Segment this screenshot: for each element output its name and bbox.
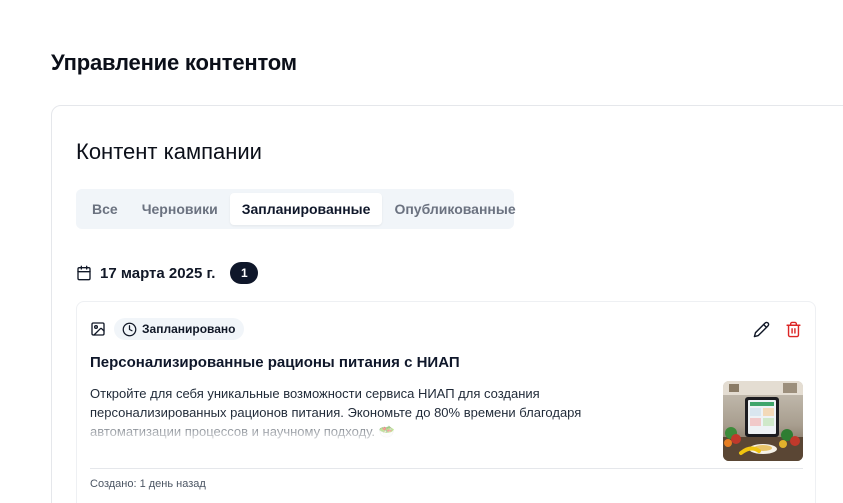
trash-icon (785, 321, 801, 337)
item-title: Персонализированные рационы питания с НИ… (90, 354, 460, 371)
status-tabs: Все Черновики Запланированные Опубликова… (76, 189, 516, 229)
delete-button[interactable] (783, 319, 803, 339)
page-title: Управление контентом (51, 50, 297, 75)
image-icon (91, 322, 105, 336)
calendar-icon (77, 265, 91, 281)
campaign-content-card: Контент кампании Все Черновики Запланиро… (51, 105, 843, 503)
tab-all[interactable]: Все (80, 193, 130, 225)
group-date: 17 марта 2025 г. (100, 264, 216, 282)
clock-icon (122, 322, 137, 336)
tab-drafts[interactable]: Черновики (130, 193, 230, 225)
date-group-header: 17 марта 2025 г. 1 (76, 262, 259, 284)
section-title: Контент кампании (76, 139, 262, 164)
item-meta: Запланировано (90, 318, 244, 340)
food-photo-image (723, 381, 803, 461)
item-actions (751, 319, 803, 339)
content-item[interactable]: Запланировано Персонализированные рацион… (76, 301, 816, 503)
pencil-icon (753, 321, 769, 337)
count-badge: 1 (230, 262, 259, 284)
tab-scheduled[interactable]: Запланированные (229, 193, 383, 225)
status-badge: Запланировано (114, 318, 244, 340)
created-time: Создано: 1 день назад (90, 478, 206, 490)
edit-button[interactable] (751, 319, 771, 339)
item-thumbnail (723, 381, 803, 461)
status-label: Запланировано (142, 322, 236, 336)
tab-published[interactable]: Опубликованные (382, 193, 527, 225)
item-description: Откройте для себя уникальные возможности… (90, 386, 582, 439)
divider (90, 468, 803, 469)
